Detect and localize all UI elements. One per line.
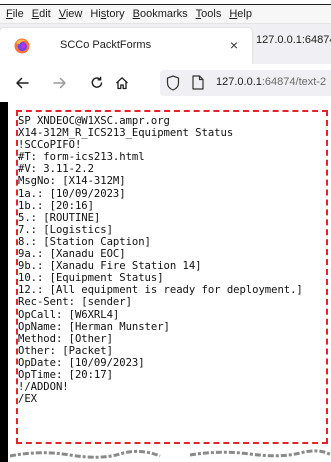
close-tab-icon[interactable]: ×	[224, 35, 244, 55]
page-content: SP XNDEOC@W1XSC.ampr.org X14-312M_R_ICS21…	[0, 102, 331, 462]
message-line: SP XNDEOC@W1XSC.ampr.org	[18, 115, 170, 127]
message-line: Other: [Packet]	[18, 344, 113, 357]
message-text: SP XNDEOC@W1XSC.ampr.org X14-312M_R_ICS21…	[18, 115, 303, 405]
message-line: OpTime: [20:17]	[18, 368, 113, 381]
message-line: 1b.: [20:16]	[18, 199, 94, 212]
menu-view[interactable]: View	[59, 8, 83, 20]
message-line: 1a.: [10/09/2023]	[18, 187, 126, 200]
message-line: OpName: [Herman Munster]	[18, 320, 170, 333]
message-line: 7.: [Logistics]	[18, 223, 113, 236]
message-line: #V: 3.11-2.2	[18, 163, 94, 176]
message-line: 10.: [Equipment Status]	[18, 272, 164, 285]
firefox-icon	[14, 38, 30, 54]
message-line: 9b.: [Xanadu Fire Station 14]	[18, 260, 202, 273]
page-icon[interactable]	[192, 75, 204, 95]
reload-icon[interactable]	[87, 73, 107, 93]
torn-edge-decoration	[9, 449, 331, 459]
menu-bookmarks[interactable]: Bookmarks	[133, 8, 188, 20]
message-line: X14-312M_R_ICS213_Equipment Status	[18, 127, 234, 140]
message-line: OpDate: [10/09/2023]	[18, 356, 145, 369]
address-bar[interactable]: 127.0.0.1:64874/text-2	[160, 70, 331, 96]
menu-edit[interactable]: Edit	[32, 8, 51, 20]
message-line: 8.: [Station Caption]	[18, 235, 151, 248]
message-line: 9a.: [Xanadu EOC]	[18, 248, 126, 261]
message-line: OpCall: [W6XRL4]	[18, 308, 120, 321]
menu-file[interactable]: File	[6, 8, 24, 20]
menu-bar: File Edit View History Bookmarks Tools H…	[0, 5, 331, 24]
message-line: MsgNo: [X14-312M]	[18, 175, 126, 188]
message-line: !/ADDON!	[18, 381, 69, 394]
tab-title: SCCo PacktForms	[60, 39, 152, 51]
home-icon[interactable]	[112, 73, 132, 93]
navigation-toolbar: 127.0.0.1:64874/text-2	[0, 64, 331, 103]
message-line: 12.: [All equipment is ready for deploym…	[18, 284, 303, 297]
highlighted-message-region: SP XNDEOC@W1XSC.ampr.org X14-312M_R_ICS21…	[16, 110, 328, 444]
url-text[interactable]: 127.0.0.1:64874/text-2	[216, 76, 331, 88]
message-line: /EX	[18, 393, 37, 406]
window-edge	[0, 102, 8, 462]
message-line: #T: form-ics213.html	[18, 151, 145, 164]
message-line: !SCCoPIFO!	[18, 139, 82, 152]
back-arrow-icon[interactable]	[12, 73, 32, 93]
message-line: 5.: [ROUTINE]	[18, 211, 101, 224]
message-line: Rec-Sent: [sender]	[18, 296, 132, 309]
forward-arrow-icon[interactable]	[50, 73, 70, 93]
message-line: Method: [Other]	[18, 332, 113, 345]
menu-history[interactable]: History	[90, 8, 124, 20]
tab-packitforms[interactable]: SCCo PacktForms ×	[0, 28, 252, 64]
menu-tools[interactable]: Tools	[196, 8, 222, 20]
tab-strip: SCCo PacktForms × 127.0.0.1:64874/t	[0, 24, 331, 64]
menu-help[interactable]: Help	[229, 8, 252, 20]
shield-icon[interactable]	[166, 75, 180, 96]
tab-second[interactable]: 127.0.0.1:64874/t	[256, 34, 331, 46]
